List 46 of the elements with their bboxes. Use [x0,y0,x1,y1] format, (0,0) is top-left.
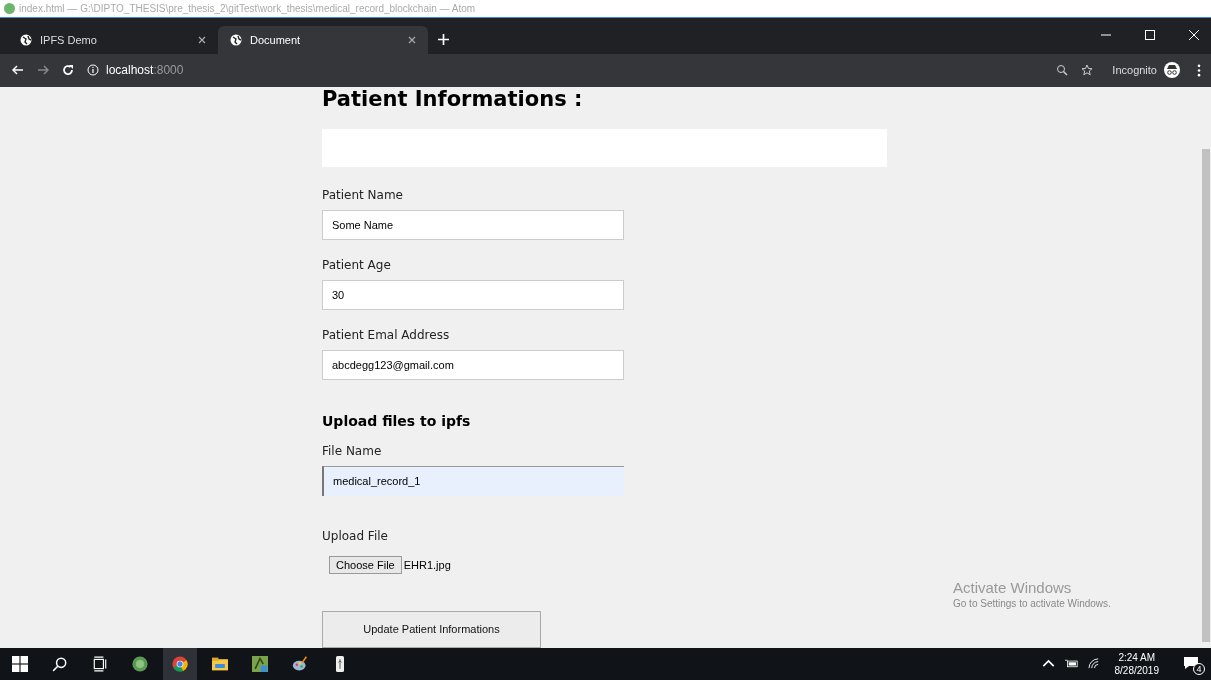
incognito-icon[interactable] [1164,62,1180,79]
field-label: Upload File [322,528,388,543]
field-label: Patient Name [322,187,403,202]
choose-file-button[interactable]: Choose File [329,555,402,574]
browser-tab[interactable]: Document [218,25,428,54]
atom-icon [4,2,15,14]
window-title: index.html — G:\DIPTO_THESIS\pre_thesis_2\gitTest\work_thesis\medical_record_blockchain — Atom [19,2,476,14]
menu-icon[interactable] [1197,63,1201,77]
reload-icon[interactable] [62,64,74,77]
clock[interactable]: 2:24 AM 8/28/2019 [1114,650,1159,677]
folder-icon[interactable] [212,655,228,672]
globe-icon [20,33,32,46]
info-icon[interactable] [87,64,99,77]
input-field[interactable]: medical_record_1 [322,465,624,496]
address-bar[interactable]: localhost:8000 [106,63,184,78]
app-icon[interactable] [252,655,268,672]
activation-title: Activate Windows [953,578,1073,596]
start-icon[interactable] [12,655,28,672]
paint-palette-icon[interactable] [292,655,308,672]
update-button[interactable]: Update Patient Informations [322,610,541,648]
input-field[interactable]: 30 [322,279,624,310]
activation-subtitle: Go to Settings to activate Windows. [953,597,1111,609]
page-heading: Patient Informations : [322,87,583,110]
field-label: File Name [322,443,382,458]
new-tab-icon[interactable] [438,33,449,45]
search-icon[interactable] [52,655,68,672]
input-field[interactable]: Some Name [322,209,624,240]
zoom-icon[interactable] [1056,64,1069,77]
section-heading: Upload files to ipfs [322,412,471,429]
globe-icon [230,33,242,46]
battery-icon[interactable] [1064,658,1078,670]
browser-tab[interactable]: IPFS Demo [8,25,218,54]
profile-label[interactable]: Incognito [1112,64,1157,77]
field-label: Patient Emal Address [322,327,450,342]
task-view-icon[interactable] [92,655,108,672]
forward-arrow-icon[interactable] [37,64,49,77]
wifi-icon[interactable] [1087,658,1101,670]
scrollbar-thumb[interactable] [1202,148,1210,642]
file-name: EHR1.jpg [403,558,451,571]
star-icon[interactable] [1081,64,1094,77]
app-icon[interactable] [132,655,148,672]
maximize-icon[interactable] [1145,29,1155,40]
close-icon[interactable] [198,35,206,44]
input-field[interactable]: abcdegg123@gmail.com [322,349,624,380]
back-arrow-icon[interactable] [12,64,24,77]
field-label: Patient Age [322,257,391,272]
